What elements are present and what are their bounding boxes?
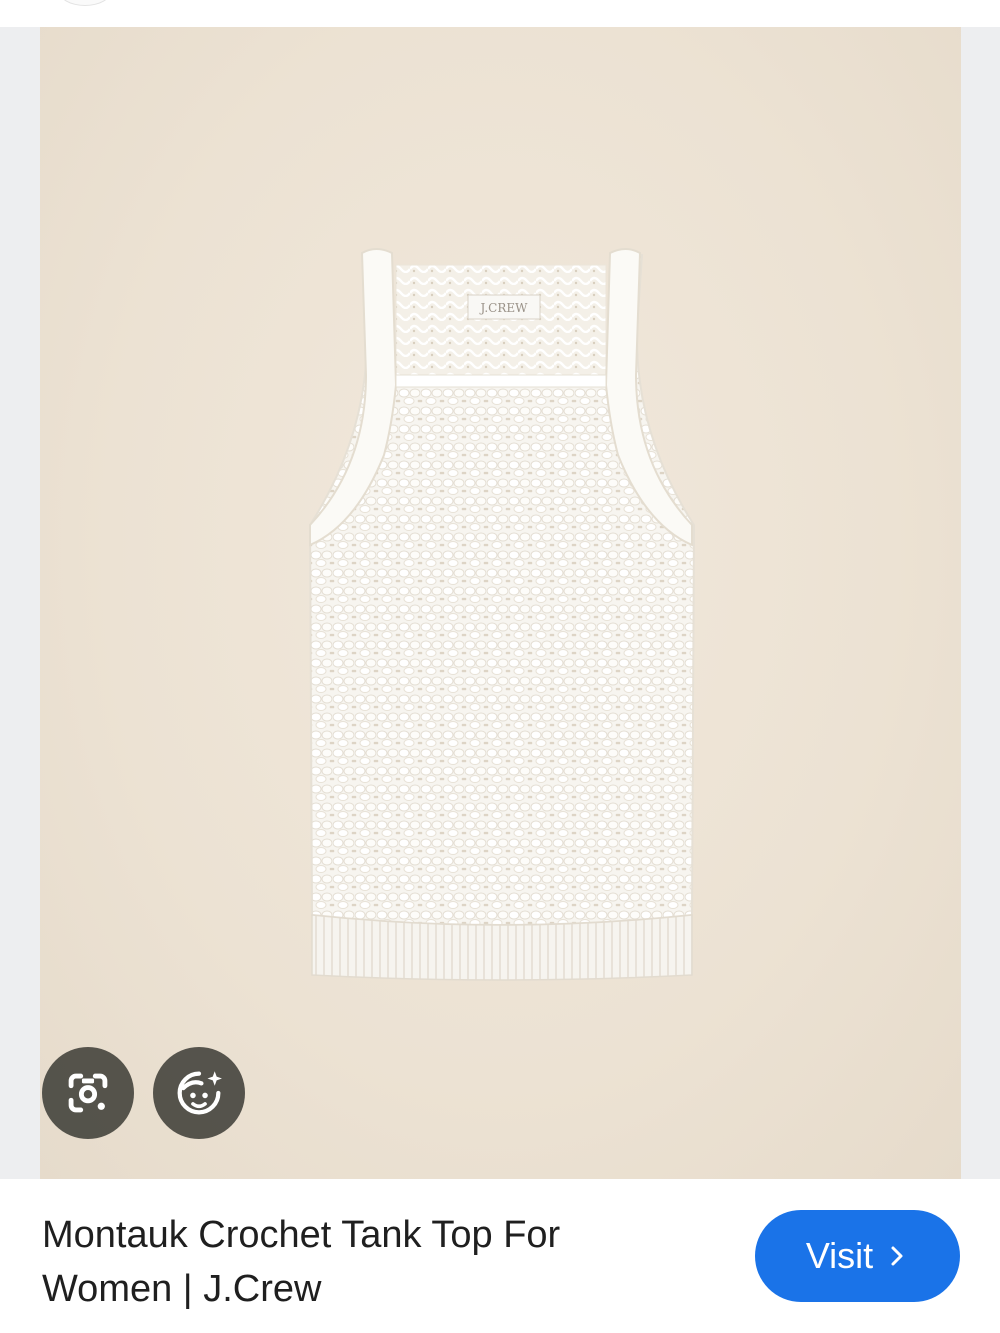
crochet-tank-top-image: J.CREW [308, 248, 696, 981]
product-title[interactable]: Montauk Crochet Tank Top For Women | J.C… [42, 1208, 702, 1316]
ai-style-button[interactable] [153, 1047, 245, 1139]
chevron-right-icon [891, 1246, 903, 1266]
product-image[interactable]: J.CREW [40, 27, 961, 1179]
product-title-line1: Montauk Crochet Tank Top For [42, 1214, 561, 1256]
previous-image-edge[interactable] [0, 27, 40, 1179]
top-bar-sliver [0, 0, 1000, 27]
result-card: J.CREW Montauk Crochet Tank Top For Wome… [0, 0, 1000, 1333]
product-title-line2: Women | J.Crew [42, 1268, 322, 1310]
visit-label: Visit [805, 1235, 874, 1276]
svg-text:J.CREW: J.CREW [478, 301, 528, 315]
next-image-edge[interactable] [961, 27, 1000, 1179]
ai-style-icon [177, 1071, 222, 1115]
google-lens-icon [68, 1073, 108, 1113]
partial-avatar [58, 0, 112, 6]
google-lens-button[interactable] [42, 1047, 134, 1139]
visit-button[interactable]: Visit [755, 1210, 960, 1302]
